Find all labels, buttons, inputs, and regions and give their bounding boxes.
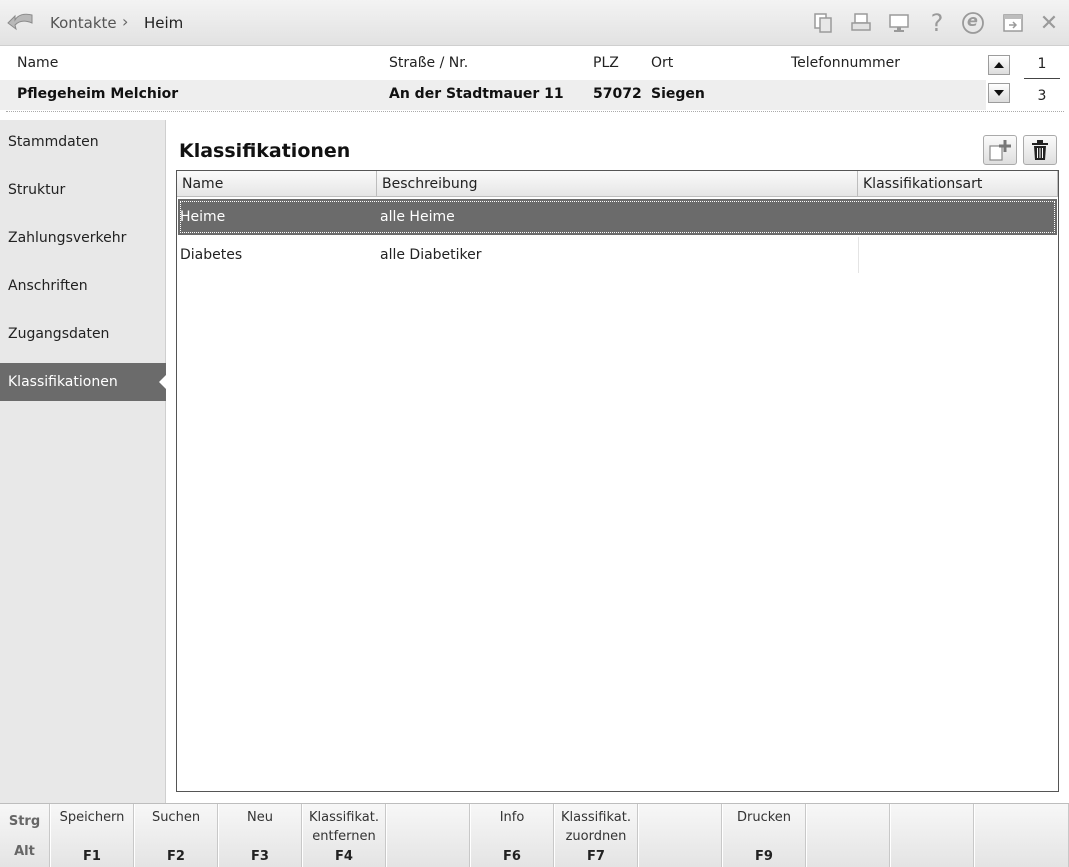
sidebar-item-label: Stammdaten [8, 134, 99, 150]
cell-name: Heime [180, 209, 226, 225]
sidebar-item-zugangsdaten[interactable]: Zugangsdaten [0, 315, 166, 353]
close-icon[interactable]: ✕ [1036, 10, 1062, 36]
help-icon[interactable]: ? [924, 9, 950, 37]
column-header-label: Beschreibung [382, 175, 478, 192]
column-header-label: Klassifikationsart [863, 175, 983, 192]
fkey-label: Speichern [59, 810, 125, 825]
f6-info-button[interactable]: Info F6 [470, 804, 554, 867]
record-city: Siegen [651, 86, 705, 102]
fkey-key: F4 [335, 849, 353, 864]
breadcrumb-separator: › [122, 12, 129, 31]
modifier-keys[interactable]: Strg Alt [0, 804, 50, 867]
classification-table: Name Beschreibung Klassifikationsart Hei… [176, 170, 1059, 792]
column-header-label: Name [182, 175, 224, 192]
arrow-up-icon [994, 62, 1004, 68]
fkey-label: Klassifikat. entfernen [309, 810, 379, 844]
column-header-name[interactable]: Name [177, 171, 377, 197]
cell-divider [858, 237, 859, 273]
f10-empty-button[interactable] [806, 804, 890, 867]
f5-empty-button[interactable] [386, 804, 470, 867]
sidebar-item-klassifikationen[interactable]: Klassifikationen [0, 363, 167, 401]
sidebar: Stammdaten Struktur Zahlungsverkehr Ansc… [0, 120, 167, 803]
next-record-button[interactable] [988, 83, 1010, 103]
function-key-bar: Strg Alt Speichern F1 Suchen F2 Neu F3 Klas… [0, 803, 1069, 867]
f12-empty-button[interactable] [974, 804, 1069, 867]
add-document-icon [989, 140, 1011, 161]
e-icon[interactable]: e [960, 10, 986, 36]
header-label-street: Straße / Nr. [389, 55, 469, 71]
header-divider [6, 111, 1064, 112]
cell-name: Diabetes [180, 247, 243, 263]
table-row[interactable]: Heime alle Heime [178, 199, 1057, 235]
breadcrumb-kontakte[interactable]: Kontakte [50, 14, 117, 32]
f4-remove-classification-button[interactable]: Klassifikat. entfernen F4 [302, 804, 386, 867]
f3-new-button[interactable]: Neu F3 [218, 804, 302, 867]
table-row[interactable]: Diabetes alle Diabetiker [178, 237, 1057, 273]
fkey-key: F2 [167, 849, 185, 864]
monitor-icon[interactable] [886, 10, 912, 36]
fkey-key: F7 [587, 849, 605, 864]
f11-empty-button[interactable] [890, 804, 974, 867]
record-street: An der Stadtmauer 11 [389, 86, 564, 102]
print-icon[interactable] [848, 10, 874, 36]
sidebar-item-anschriften[interactable]: Anschriften [0, 267, 166, 305]
fkey-label: Info [499, 810, 525, 825]
window-switch-icon[interactable] [1000, 10, 1026, 36]
fkey-key: F9 [755, 849, 773, 864]
sidebar-item-struktur[interactable]: Struktur [0, 171, 166, 209]
f9-print-button[interactable]: Drucken F9 [722, 804, 806, 867]
title-bar: Kontakte › Heim ? e ✕ [0, 0, 1069, 46]
back-arrow-icon[interactable] [6, 9, 36, 35]
fkey-key: F3 [251, 849, 269, 864]
delete-classification-button[interactable] [1023, 135, 1057, 165]
cell-description: alle Diabetiker [380, 247, 482, 263]
sidebar-item-label: Zahlungsverkehr [8, 230, 127, 246]
modifier-alt: Alt [14, 844, 35, 859]
f2-search-button[interactable]: Suchen F2 [134, 804, 218, 867]
sidebar-item-label: Struktur [8, 182, 66, 198]
sidebar-item-zahlungsverkehr[interactable]: Zahlungsverkehr [0, 219, 166, 257]
fkey-label: Drucken [736, 810, 792, 825]
fkey-key: F6 [503, 849, 521, 864]
fkey-key: F1 [83, 849, 101, 864]
add-classification-button[interactable] [983, 135, 1017, 165]
header-label-city: Ort [651, 55, 674, 71]
sidebar-item-label: Klassifikationen [8, 374, 118, 390]
record-name: Pflegeheim Melchior [17, 86, 179, 102]
modifier-strg: Strg [8, 814, 41, 829]
f1-save-button[interactable]: Speichern F1 [50, 804, 134, 867]
page-total: 3 [1037, 88, 1047, 104]
trash-icon [1032, 140, 1048, 160]
sidebar-item-label: Zugangsdaten [8, 326, 110, 342]
f7-assign-classification-button[interactable]: Klassifikat. zuordnen F7 [554, 804, 638, 867]
breadcrumb-heim: Heim [144, 14, 184, 32]
header-label-zip: PLZ [593, 55, 619, 71]
fkey-label: Klassifikat. zuordnen [561, 810, 631, 844]
cell-description: alle Heime [380, 209, 455, 225]
column-header-description[interactable]: Beschreibung [377, 171, 858, 197]
fkey-label: Neu [247, 810, 273, 825]
sidebar-item-label: Anschriften [8, 278, 88, 294]
previous-record-button[interactable] [988, 55, 1010, 75]
f8-empty-button[interactable] [638, 804, 722, 867]
page-title: Klassifikationen [179, 140, 351, 162]
e-icon-glyph: e [967, 11, 978, 30]
copy-icon[interactable] [810, 10, 836, 36]
record-zip: 57072 [593, 86, 642, 102]
page-divider [1024, 78, 1060, 79]
header-label-name: Name [17, 55, 59, 71]
fkey-label: Suchen [151, 810, 201, 825]
column-header-type[interactable]: Klassifikationsart [858, 171, 1058, 197]
sidebar-item-stammdaten[interactable]: Stammdaten [0, 123, 166, 161]
header-label-phone: Telefonnummer [791, 55, 901, 71]
arrow-down-icon [994, 90, 1004, 96]
page-current: 1 [1037, 56, 1047, 72]
